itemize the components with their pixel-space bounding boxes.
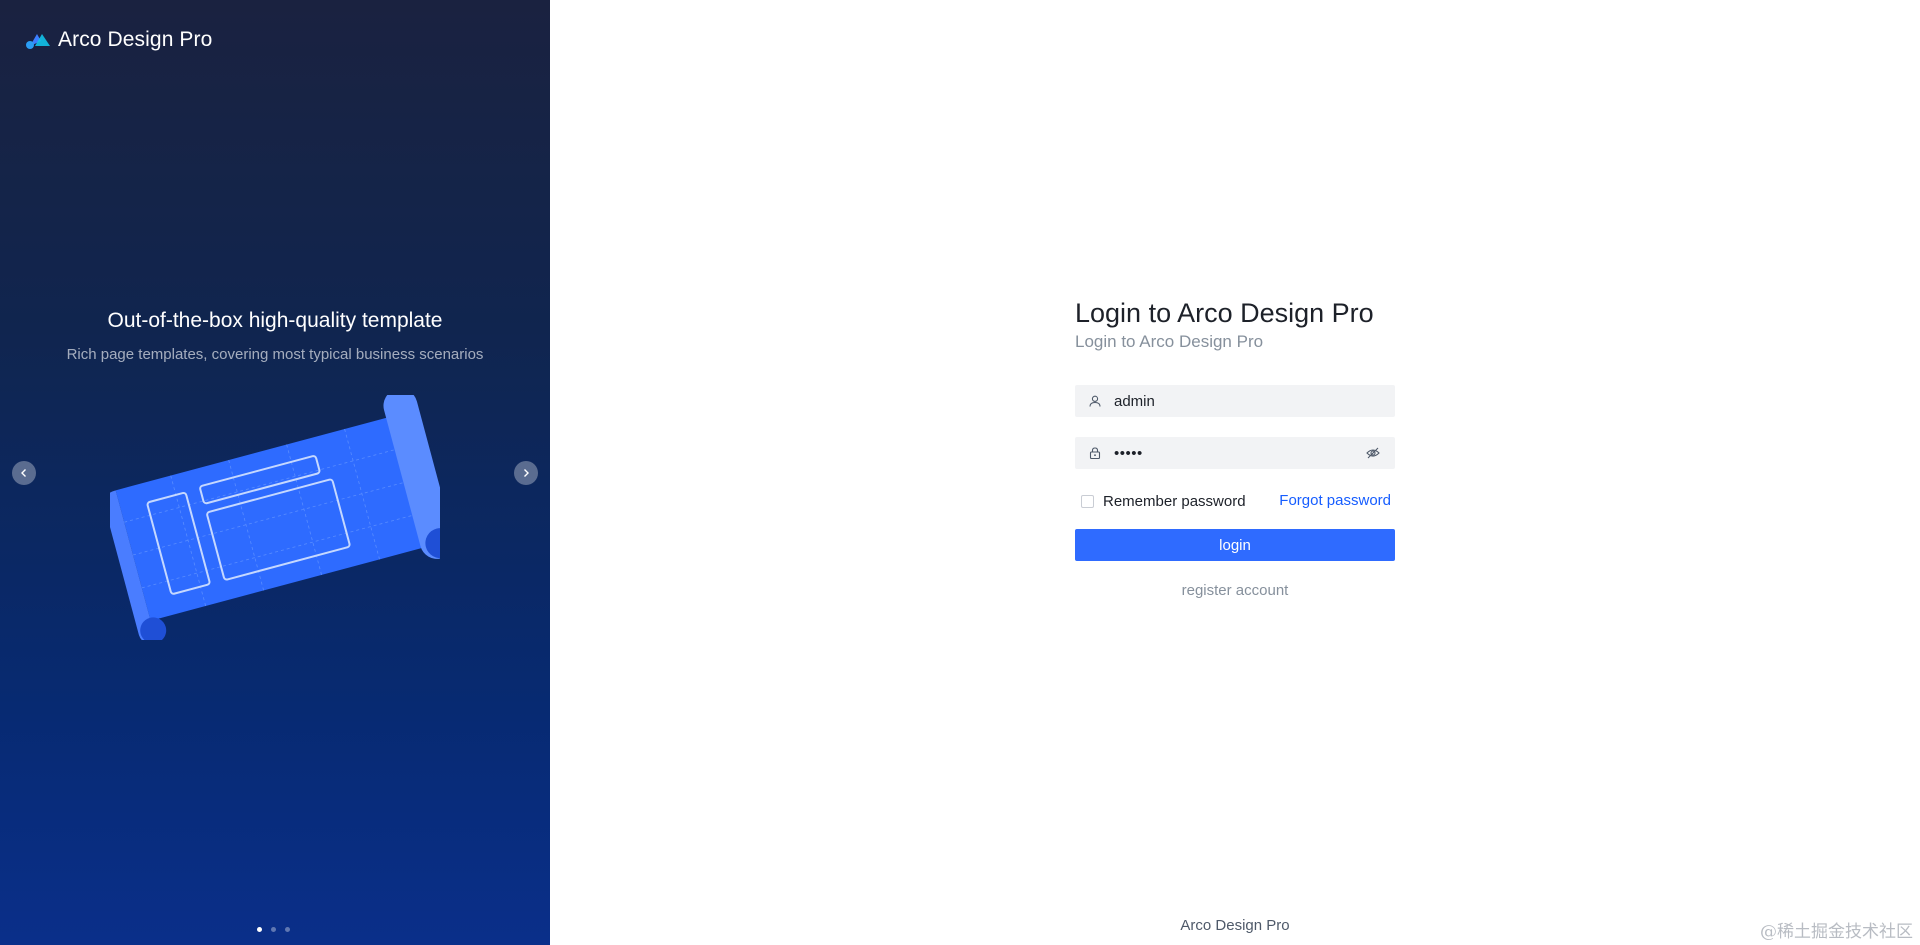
arco-logo-icon <box>26 34 50 49</box>
lock-icon <box>1088 446 1102 460</box>
password-field[interactable]: ••••• <box>1075 437 1395 469</box>
watermark: @稀土掘金技术社区 <box>1760 922 1913 942</box>
login-button[interactable]: login <box>1075 529 1395 561</box>
carousel-indicator <box>257 927 299 932</box>
remember-row: Remember password Forgot password <box>1075 491 1395 511</box>
chevron-left-icon <box>21 469 26 477</box>
carousel-title: Out-of-the-box high-quality template <box>107 309 443 332</box>
login-form: Login to Arco Design Pro Login to Arco D… <box>1075 296 1395 599</box>
remember-label[interactable]: Remember password <box>1103 493 1246 510</box>
carousel-prev-button[interactable] <box>12 461 36 485</box>
password-input[interactable]: ••••• <box>1114 445 1365 462</box>
carousel-dot-3[interactable] <box>285 927 290 932</box>
login-title: Login to Arco Design Pro <box>1075 298 1374 328</box>
username-field[interactable] <box>1075 385 1395 417</box>
register-account-link[interactable]: register account <box>1075 582 1395 599</box>
carousel-next-button[interactable] <box>514 461 538 485</box>
footer-text: Arco Design Pro <box>1180 917 1290 934</box>
carousel-subtitle: Rich page templates, covering most typic… <box>66 346 484 363</box>
login-banner: Arco Design Pro Out-of-the-box high-qual… <box>0 0 550 945</box>
eye-off-icon[interactable] <box>1365 445 1381 461</box>
forgot-password-link[interactable]: Forgot password <box>1279 492 1391 509</box>
carousel-dot-2[interactable] <box>271 927 276 932</box>
brand: Arco Design Pro <box>24 28 212 52</box>
brand-name: Arco Design Pro <box>58 28 213 51</box>
chevron-right-icon <box>524 469 529 477</box>
username-input[interactable] <box>1114 386 1395 416</box>
carousel-dot-1[interactable] <box>257 927 262 932</box>
user-icon <box>1088 394 1102 408</box>
blueprint-illustration <box>110 395 440 640</box>
login-subtitle: Login to Arco Design Pro <box>1075 332 1264 351</box>
remember-checkbox[interactable] <box>1081 494 1094 508</box>
